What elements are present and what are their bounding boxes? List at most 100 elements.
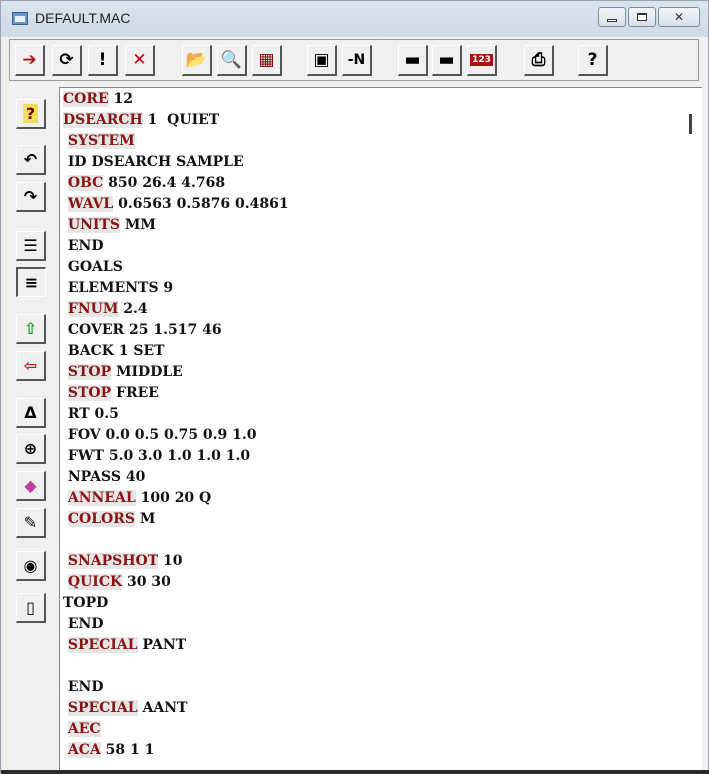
save-button[interactable]: ▬ (398, 45, 428, 76)
code-line[interactable]: FOV 0.0 0.5 0.75 0.9 1.0 (63, 425, 257, 446)
keyword-token: SPECIAL (67, 700, 138, 716)
keyword-token: CORE (63, 91, 109, 107)
code-line[interactable]: ANNEAL 100 20 Q (63, 488, 211, 509)
code-line[interactable]: NPASS 40 (63, 467, 145, 488)
code-text: 10 (158, 553, 183, 569)
code-line[interactable]: UNITS MM (63, 215, 156, 236)
code-line[interactable]: ID DSEARCH SAMPLE (63, 152, 244, 173)
arrow-up-icon: ⇧ (23, 319, 38, 338)
help-button[interactable]: ? (578, 45, 608, 76)
refresh-button[interactable]: ⟳ (52, 45, 82, 76)
code-line[interactable]: ACA 58 1 1 (63, 740, 154, 761)
vertical-scrollbar[interactable] (682, 88, 700, 774)
code-line[interactable]: FWT 5.0 3.0 1.0 1.0 1.0 (63, 446, 250, 467)
lines-icon: ≡ (24, 273, 39, 292)
move-left-button[interactable]: ⇦ (16, 351, 46, 381)
exclamation-icon: ! (98, 50, 107, 70)
code-text: RT 0.5 (63, 406, 119, 422)
save-as-button[interactable]: ▬ (432, 45, 462, 76)
code-line[interactable]: DSEARCH 1 QUIET (63, 110, 219, 131)
code-text: GOALS (63, 259, 123, 275)
code-text: MM (119, 217, 156, 233)
code-line[interactable]: BACK 1 SET (63, 341, 165, 362)
code-line[interactable]: COLORS M (63, 509, 155, 530)
code-line[interactable]: FNUM 2.4 (63, 299, 148, 320)
code-line[interactable]: SPECIAL PANT (63, 635, 186, 656)
code-line[interactable]: TOPD (63, 593, 108, 614)
help-button-left[interactable]: ? (16, 99, 46, 129)
pen-button[interactable]: ✎ (16, 508, 46, 538)
code-line[interactable]: SNAPSHOT 10 (63, 551, 182, 572)
code-text: AANT (137, 700, 188, 716)
target-button[interactable]: ⊕ (16, 434, 46, 464)
minimize-button[interactable] (598, 7, 626, 27)
title-bar[interactable]: DEFAULT.MAC ✕ (1, 1, 708, 37)
gem-icon: ◆ (24, 476, 37, 495)
code-line[interactable]: GOALS (63, 257, 123, 278)
code-line[interactable]: COVER 25 1.517 46 (63, 320, 222, 341)
move-up-button[interactable]: ⇧ (16, 314, 46, 344)
keyword-token: AEC (67, 721, 101, 737)
scrollbar-thumb[interactable] (689, 114, 692, 134)
stop-button[interactable]: ✕ (125, 45, 155, 76)
indent-icon: ☰ (23, 236, 38, 255)
code-line[interactable]: WAVL 0.6563 0.5876 0.4861 (63, 194, 289, 215)
exit-button[interactable]: ▯ (16, 593, 46, 623)
pen-icon: ✎ (23, 513, 38, 532)
maximize-button[interactable] (628, 7, 656, 27)
align-button[interactable]: ≡ (16, 267, 46, 297)
code-line[interactable]: QUICK 30 30 (63, 572, 171, 593)
code-text: 850 26.4 4.768 (103, 175, 226, 191)
floppy-plus-icon: ▬ (438, 50, 455, 70)
code-text: ELEMENTS 9 (63, 280, 174, 296)
code-line[interactable]: RT 0.5 (63, 404, 119, 425)
renumber-icon: -N (347, 52, 366, 68)
code-line[interactable]: SYSTEM (63, 131, 135, 152)
keyword-token: SYSTEM (67, 133, 135, 149)
code-line[interactable]: END (63, 236, 104, 257)
code-line[interactable]: ELEMENTS 9 (63, 278, 173, 299)
edit-button[interactable]: ▣ (307, 45, 337, 76)
find-button[interactable]: 🔍 (217, 45, 247, 76)
code-line[interactable]: OBC 850 26.4 4.768 (63, 173, 225, 194)
code-text: MIDDLE (111, 364, 183, 380)
view-button[interactable]: ◉ (16, 551, 46, 581)
folder-open-icon: 📂 (185, 50, 208, 70)
exclaim-button[interactable]: ! (88, 45, 118, 76)
code-text: 12 (108, 91, 134, 107)
line-numbers-button[interactable]: 123 (467, 45, 497, 76)
code-text: ID DSEARCH SAMPLE (63, 154, 244, 170)
refresh-icon: ⟳ (59, 50, 74, 70)
run-macro-button[interactable]: ➔ (15, 45, 45, 76)
keyword-token: STOP (67, 364, 112, 380)
code-line[interactable]: STOP MIDDLE (63, 362, 183, 383)
door-icon: ▯ (26, 598, 35, 617)
code-text: 1 QUIET (142, 112, 220, 128)
code-line[interactable]: CORE 12 (63, 89, 133, 110)
code-line[interactable]: END (63, 614, 104, 635)
renumber-button[interactable]: -N (342, 45, 372, 76)
indent-button[interactable]: ☰ (16, 231, 46, 261)
code-line[interactable]: END (63, 677, 104, 698)
keyword-token: ACA (67, 742, 101, 758)
code-text: TOPD (63, 595, 109, 611)
code-text: BACK 1 SET (63, 343, 165, 359)
code-line[interactable]: STOP FREE (63, 383, 159, 404)
redo-button[interactable]: ↷ (16, 182, 46, 212)
code-text: M (135, 511, 156, 527)
tools-button[interactable]: ▦ (252, 45, 282, 76)
delta-button[interactable]: Δ (16, 398, 46, 428)
question-icon: ? (587, 50, 598, 70)
text-editor[interactable]: CORE 12 DSEARCH 1 QUIET SYSTEM ID DSEARCH… (59, 87, 702, 774)
close-button[interactable]: ✕ (658, 7, 700, 27)
code-line[interactable]: SPECIAL AANT (63, 698, 187, 719)
gem-button[interactable]: ◆ (16, 471, 46, 501)
code-text: 0.6563 0.5876 0.4861 (113, 196, 289, 212)
code-line[interactable]: AEC (63, 719, 101, 740)
undo-button[interactable]: ↶ (16, 145, 46, 175)
print-button[interactable]: ⎙ (524, 45, 554, 76)
code-text: 100 20 Q (135, 490, 212, 506)
code-text: FOV 0.0 0.5 0.75 0.9 1.0 (63, 427, 257, 443)
open-file-button[interactable]: 📂 (182, 45, 212, 76)
keyword-token: UNITS (67, 217, 120, 233)
